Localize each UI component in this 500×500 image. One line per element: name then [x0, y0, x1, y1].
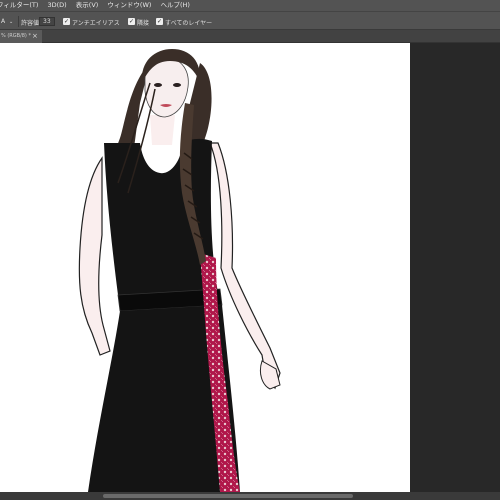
menu-view[interactable]: 表示(V)	[76, 0, 99, 11]
document-tab-bar: % (RGB/8) * ×	[0, 30, 500, 43]
contiguous-label: 隣接	[137, 20, 150, 27]
workspace	[0, 43, 500, 492]
document-tab-label: % (RGB/8) *	[1, 33, 31, 39]
tool-preset-fragment[interactable]: A	[1, 18, 5, 25]
tolerance-input[interactable]: 33	[39, 17, 55, 26]
dress-bodice	[104, 138, 218, 295]
fashion-illustration	[78, 49, 281, 492]
antialias-checkbox[interactable]: ✓	[63, 18, 70, 25]
options-bar: A ⌄ 許容値： 33 ✓ アンチエイリアス ✓ 隣接 ✓ すべてのレイヤー	[0, 11, 500, 30]
close-icon[interactable]: ×	[32, 30, 38, 43]
all-layers-label: すべてのレイヤー	[165, 20, 213, 27]
neck	[150, 115, 175, 145]
scrollbar-thumb[interactable]	[103, 494, 353, 498]
menu-help[interactable]: ヘルプ(H)	[160, 0, 189, 11]
horizontal-scrollbar[interactable]	[0, 492, 500, 500]
menu-3d[interactable]: 3D(D)	[48, 0, 67, 11]
right-eye	[173, 83, 181, 87]
menu-window[interactable]: ウィンドウ(W)	[107, 0, 151, 11]
chevron-down-icon[interactable]: ⌄	[9, 19, 13, 25]
document-canvas[interactable]	[0, 43, 410, 492]
all-layers-checkbox[interactable]: ✓	[156, 18, 163, 25]
left-arm	[78, 156, 111, 356]
antialias-label: アンチエイリアス	[72, 20, 120, 27]
left-eye	[154, 83, 162, 87]
menu-filter[interactable]: フィルター(T)	[0, 0, 38, 11]
options-divider	[18, 16, 19, 27]
menu-bar: フィルター(T) 3D(D) 表示(V) ウィンドウ(W) ヘルプ(H)	[0, 0, 500, 11]
contiguous-checkbox[interactable]: ✓	[128, 18, 135, 25]
